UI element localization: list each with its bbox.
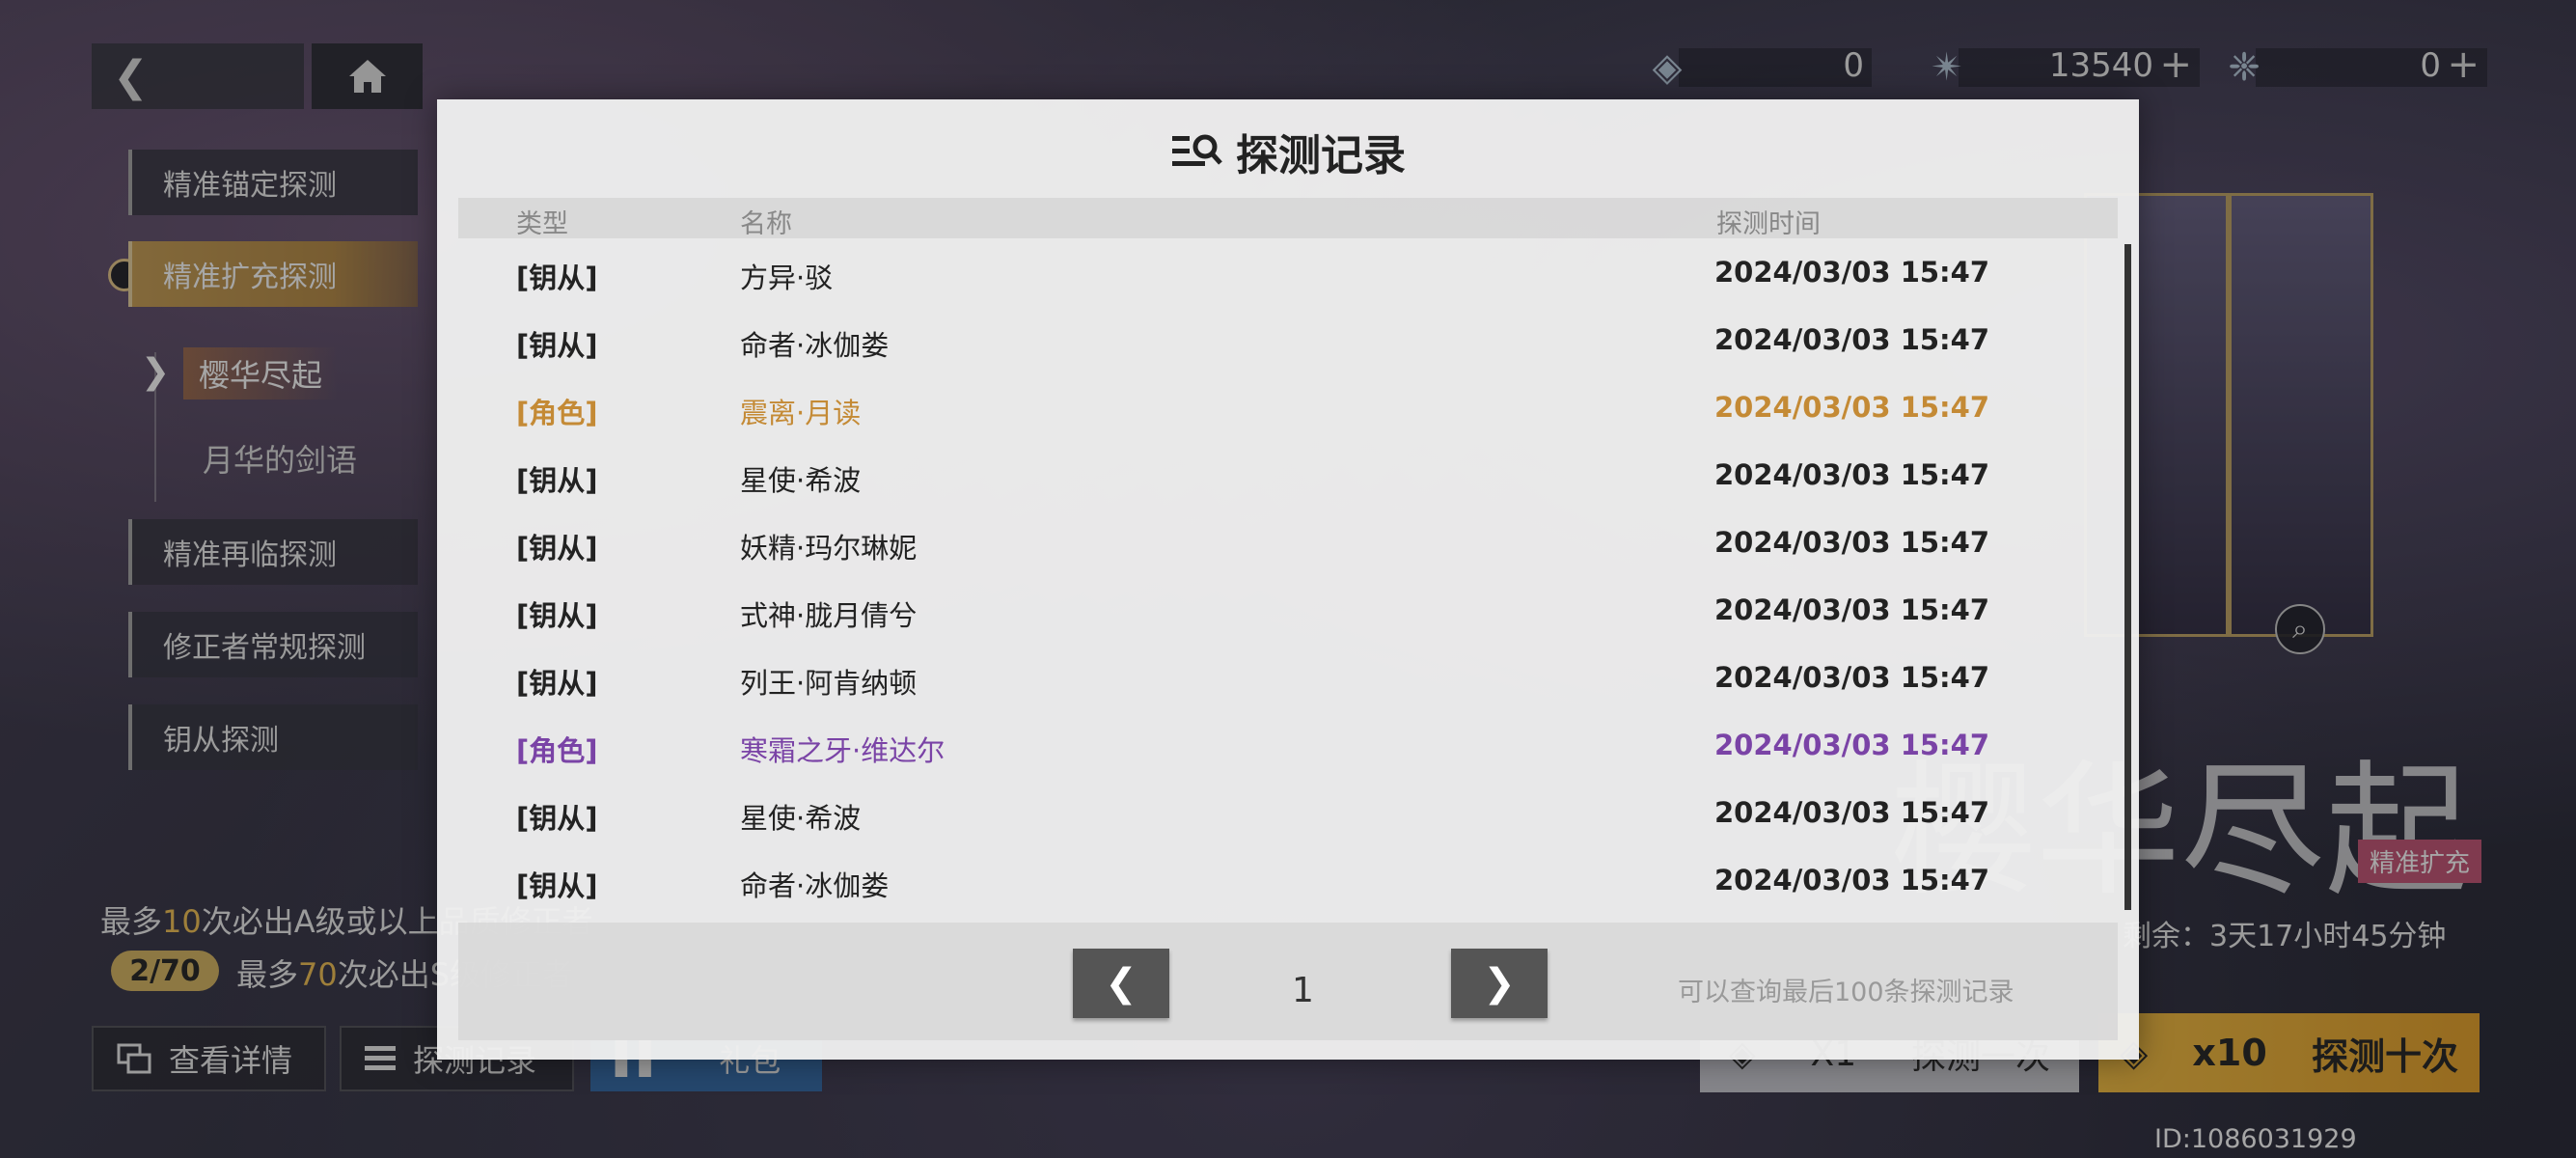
cell-time: 2024/03/03 15:47: [1714, 458, 1990, 491]
cell-time: 2024/03/03 15:47: [1714, 526, 1990, 559]
prev-page-button[interactable]: ❮: [1073, 949, 1169, 1018]
cell-type: [钥从]: [516, 869, 598, 902]
cell-type: [钥从]: [516, 599, 598, 632]
list-scrollbar[interactable]: [2124, 244, 2131, 910]
table-row: [钥从] 命者·冰伽娄 2024/03/03 15:47: [458, 306, 2110, 373]
table-row: [钥从] 方异·驳 2024/03/03 15:47: [458, 238, 2110, 306]
next-page-button[interactable]: ❯: [1451, 949, 1548, 1018]
records-list[interactable]: [钥从] 方异·驳 2024/03/03 15:47 [钥从] 命者·冰伽娄 2…: [458, 238, 2110, 1010]
cell-type: [钥从]: [516, 532, 598, 565]
cell-name: 寒霜之牙·维达尔: [740, 734, 945, 767]
cell-time: 2024/03/03 15:47: [1714, 256, 1990, 289]
table-row: [钥从] 妖精·玛尔琳妮 2024/03/03 15:47: [458, 509, 2110, 576]
cell-type: [钥从]: [516, 802, 598, 835]
cell-time: 2024/03/03 15:47: [1714, 796, 1990, 829]
cell-type: [钥从]: [516, 667, 598, 700]
cell-type: [钥从]: [516, 329, 598, 362]
cell-type: [钥从]: [516, 262, 598, 294]
cell-name: 列王·阿肯纳顿: [740, 667, 918, 700]
modal-title-text: 探测记录: [1236, 131, 1406, 180]
cell-type: [角色]: [516, 734, 598, 767]
cell-name: 星使·希波: [740, 464, 862, 497]
chevron-right-icon: ❯: [1483, 961, 1516, 1006]
cell-name: 式神·胧月倩兮: [740, 599, 918, 632]
pagination-bar: ❮ 1 ❯ 可以查询最后100条探测记录: [458, 923, 2118, 1040]
records-modal: 探测记录 类型 名称 探测时间 [钥从] 方异·驳 2024/03/03 15:…: [437, 99, 2139, 1060]
cell-time: 2024/03/03 15:47: [1714, 729, 1990, 761]
cell-name: 星使·希波: [740, 802, 862, 835]
cell-name: 命者·冰伽娄: [740, 329, 890, 362]
table-row: [钥从] 星使·希波 2024/03/03 15:47: [458, 779, 2110, 846]
cell-time: 2024/03/03 15:47: [1714, 593, 1990, 626]
cell-time: 2024/03/03 15:47: [1714, 323, 1990, 356]
cell-name: 妖精·玛尔琳妮: [740, 532, 918, 565]
table-row: [钥从] 列王·阿肯纳顿 2024/03/03 15:47: [458, 644, 2110, 711]
chevron-left-icon: ❮: [1105, 961, 1137, 1006]
table-row: [角色] 震离·月读 2024/03/03 15:47: [458, 373, 2110, 441]
cell-time: 2024/03/03 15:47: [1714, 661, 1990, 694]
column-header-time: 探测时间: [1716, 209, 1821, 239]
cell-time: 2024/03/03 15:47: [1714, 391, 1990, 424]
column-header-name: 名称: [740, 209, 792, 239]
page-number: 1: [1292, 971, 1314, 1010]
table-row: [钥从] 式神·胧月倩兮 2024/03/03 15:47: [458, 576, 2110, 644]
cell-type: [钥从]: [516, 464, 598, 497]
table-row: [角色] 寒霜之牙·维达尔 2024/03/03 15:47: [458, 711, 2110, 779]
table-row: [钥从] 命者·冰伽娄 2024/03/03 15:47: [458, 846, 2110, 914]
table-row: [钥从] 星使·希波 2024/03/03 15:47: [458, 441, 2110, 509]
modal-title: 探测记录: [437, 121, 2139, 182]
column-header-type: 类型: [516, 209, 568, 239]
cell-name: 命者·冰伽娄: [740, 869, 890, 902]
records-note: 可以查询最后100条探测记录: [1678, 978, 2014, 1007]
search-list-icon: [1172, 134, 1222, 166]
table-header: 类型 名称 探测时间: [458, 198, 2118, 239]
cell-time: 2024/03/03 15:47: [1714, 864, 1990, 896]
cell-name: 方异·驳: [740, 262, 834, 294]
cell-type: [角色]: [516, 397, 598, 429]
cell-name: 震离·月读: [740, 397, 862, 429]
